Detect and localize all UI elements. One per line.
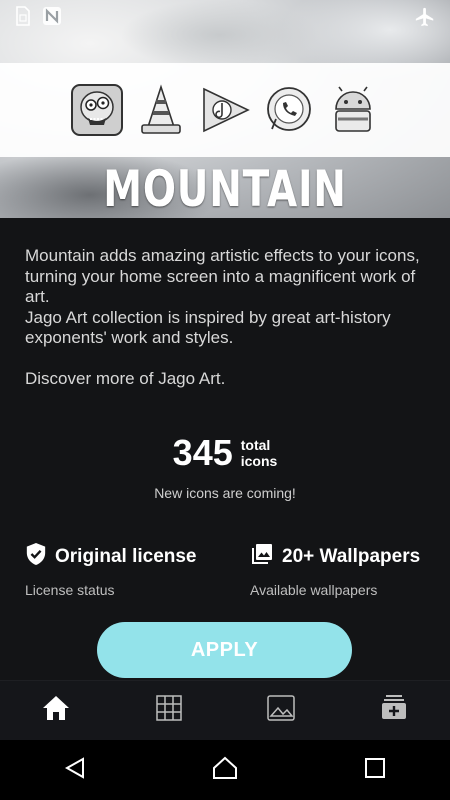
app-title: MOUNTAIN bbox=[103, 160, 347, 218]
android-app-icon bbox=[326, 83, 380, 137]
nav-recents-button[interactable] bbox=[345, 740, 405, 800]
icons-count: 345 total icons bbox=[0, 432, 450, 474]
description-paragraph: Mountain adds amazing artistic effects t… bbox=[25, 246, 420, 306]
license-feature-head: Original license bbox=[25, 542, 197, 572]
wallpapers-title: 20+ Wallpapers bbox=[282, 546, 421, 567]
grid-icon bbox=[156, 695, 182, 726]
license-feature: Original license License status bbox=[25, 542, 197, 598]
preview-icons-strip bbox=[0, 63, 450, 157]
icons-count-label-line1: total bbox=[240, 437, 271, 453]
description-paragraph: Jago Art collection is inspired by great… bbox=[25, 307, 391, 348]
system-nav-bar bbox=[0, 740, 450, 800]
request-icon bbox=[381, 694, 407, 727]
license-subtitle: License status bbox=[25, 582, 115, 598]
tab-home[interactable] bbox=[26, 681, 86, 741]
apply-button[interactable]: APPLY bbox=[97, 622, 352, 678]
zombie-app-icon bbox=[70, 83, 124, 137]
home-icon bbox=[41, 694, 71, 727]
shield-check-icon bbox=[25, 542, 47, 572]
icons-coming-note: New icons are coming! bbox=[154, 485, 296, 501]
description-link-text[interactable]: Discover more of Jago Art. bbox=[25, 369, 430, 390]
back-icon bbox=[63, 756, 87, 785]
icons-count-label: total icons bbox=[241, 437, 278, 469]
photo-library-icon bbox=[250, 542, 274, 572]
image-icon bbox=[267, 695, 295, 726]
nfc-n-icon bbox=[42, 6, 62, 26]
home-nav-icon bbox=[212, 756, 238, 785]
status-bar bbox=[0, 0, 450, 32]
tab-request[interactable] bbox=[364, 681, 424, 741]
vlc-cone-app-icon bbox=[134, 83, 188, 137]
header-banner: MOUNTAIN bbox=[0, 0, 450, 218]
nav-home-button[interactable] bbox=[195, 740, 255, 800]
nav-back-button[interactable] bbox=[45, 740, 105, 800]
wallpapers-subtitle: Available wallpapers bbox=[250, 582, 378, 598]
tab-wallpapers[interactable] bbox=[251, 681, 311, 741]
bottom-tab-bar bbox=[0, 680, 450, 740]
icons-count-label-line2: icons bbox=[240, 453, 278, 469]
icons-count-number: 345 bbox=[172, 432, 233, 473]
description: Mountain adds amazing artistic effects t… bbox=[25, 246, 430, 389]
play-music-app-icon bbox=[198, 83, 252, 137]
sim-card-icon bbox=[14, 6, 34, 26]
license-title: Original license bbox=[55, 546, 197, 567]
wallpapers-feature-head: 20+ Wallpapers bbox=[250, 542, 420, 572]
recents-icon bbox=[364, 757, 386, 784]
airplane-mode-icon bbox=[414, 6, 434, 27]
whatsapp-app-icon bbox=[262, 83, 316, 137]
tab-icons-grid[interactable] bbox=[139, 681, 199, 741]
wallpapers-feature: 20+ Wallpapers Available wallpapers bbox=[250, 542, 420, 598]
